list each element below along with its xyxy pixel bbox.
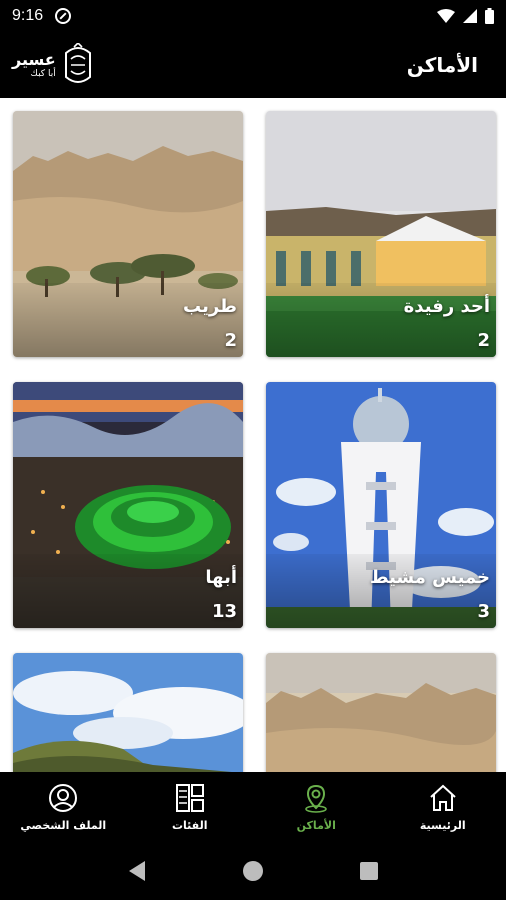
- home-icon: [430, 784, 456, 811]
- system-navigation-bar: [0, 842, 506, 900]
- nav-label: الفئات: [172, 818, 208, 832]
- place-name: أبها: [205, 567, 237, 588]
- logo-line1: عسير: [12, 49, 56, 69]
- bottom-navigation: الملف الشخصي الفئات الأماكن الرئيسية: [0, 772, 506, 842]
- do-not-disturb-icon: [55, 8, 72, 24]
- place-count: 13: [211, 601, 237, 622]
- place-card-5[interactable]: [13, 653, 243, 772]
- logo-emblem-icon: [64, 43, 91, 83]
- status-bar: 9:16: [0, 0, 506, 32]
- nav-item-profile[interactable]: الملف الشخصي: [0, 772, 127, 842]
- nav-label: الرئيسية: [419, 818, 466, 832]
- recents-icon[interactable]: [359, 861, 379, 881]
- nav-item-places[interactable]: الأماكن: [253, 772, 380, 842]
- card-overlay: [266, 283, 496, 357]
- place-count: 2: [477, 330, 490, 351]
- place-card-khamis-mushait[interactable]: خميس مشيط 3: [266, 382, 496, 628]
- app-header: عسير أبا كبك الأماكن: [0, 32, 506, 98]
- place-card-6[interactable]: [266, 653, 496, 772]
- place-name: أحد رفيدة: [403, 296, 490, 317]
- place-count: 3: [477, 601, 490, 622]
- card-overlay: [13, 283, 243, 357]
- card-overlay: [13, 554, 243, 628]
- place-name: خميس مشيط: [369, 567, 490, 588]
- logo-line2: أبا كبك: [30, 68, 56, 79]
- place-image: [13, 653, 243, 772]
- nav-label: الأماكن: [296, 818, 336, 832]
- battery-icon: [485, 8, 494, 24]
- place-count: 2: [224, 330, 237, 351]
- card-overlay: [266, 554, 496, 628]
- place-card-abha[interactable]: أبها 13: [13, 382, 243, 628]
- categories-icon: [175, 783, 204, 812]
- place-card-tarib[interactable]: طريب 2: [13, 111, 243, 357]
- places-grid: طريب 2 أحد رفيدة 2 أبها 13 خميس مشيط 3: [0, 98, 506, 772]
- signal-icon: [463, 9, 477, 23]
- back-icon[interactable]: [127, 860, 147, 882]
- places-icon: [305, 784, 328, 813]
- home-circle-icon[interactable]: [242, 860, 264, 882]
- nav-item-categories[interactable]: الفئات: [127, 772, 254, 842]
- status-time: 9:16: [12, 7, 44, 24]
- asir-logo: عسير أبا كبك: [12, 43, 96, 87]
- nav-item-home[interactable]: الرئيسية: [380, 772, 506, 842]
- place-card-ahad-rafidah[interactable]: أحد رفيدة 2: [266, 111, 496, 357]
- wifi-icon: [437, 9, 455, 23]
- place-image: [266, 653, 496, 772]
- status-icons: [437, 8, 494, 24]
- place-name: طريب: [183, 296, 237, 317]
- nav-label: الملف الشخصي: [20, 818, 107, 832]
- logo-text: عسير أبا كبك: [12, 49, 56, 79]
- page-title: الأماكن: [406, 53, 478, 77]
- profile-icon: [49, 783, 78, 812]
